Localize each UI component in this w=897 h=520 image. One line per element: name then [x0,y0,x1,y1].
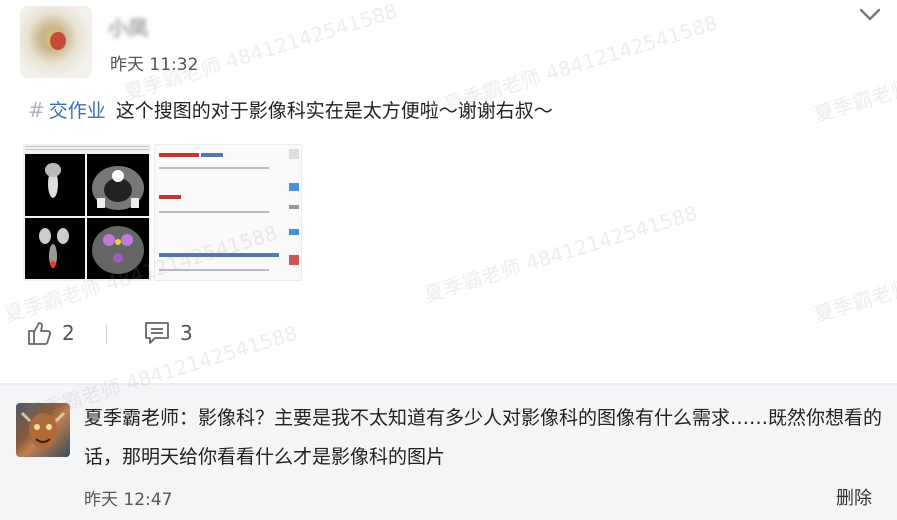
post-text: # 交作业 这个搜图的对于影像科实在是太方便啦～谢谢右叔～ [28,96,553,123]
thumbs-up-icon [28,322,52,345]
post-actions: 2 3 [26,316,326,350]
topic-hash-icon: # [28,98,45,122]
delete-button[interactable]: 删除 [836,484,872,510]
scan-image [92,226,144,274]
scan-image [92,166,144,210]
scan-panel-top-left [25,154,85,216]
like-count: 2 [62,321,75,345]
comment-text: 夏季霸老师：影像科？主要是我不太知道有多少人对影像科的图像有什么需求……既然你想… [84,407,883,468]
scan-panel-bottom-left [25,218,85,279]
scan-image [39,228,69,268]
commenter-avatar[interactable] [16,403,70,457]
image-thumbnail-search-results[interactable] [154,144,302,281]
post-body: 这个搜图的对于影像科实在是太方便啦～谢谢右叔～ [115,100,553,122]
comment-count: 3 [180,321,193,345]
action-divider [106,324,107,344]
comment-button[interactable]: 3 [144,316,193,350]
author-avatar[interactable] [20,6,92,78]
author-name[interactable]: 小凤 [108,12,148,41]
search-results-preview [159,149,299,271]
comment-time: 昨天 12:47 [84,490,173,510]
avatar-blob [50,32,66,50]
thumbnail-caption-lines [25,146,149,152]
scan-image [45,163,61,198]
scan-panel-top-right [87,154,149,216]
collapse-button[interactable] [856,4,884,26]
image-thumbnail-scan[interactable] [23,144,151,281]
comment-section: 夏季霸老师：影像科？主要是我不太知道有多少人对影像科的图像有什么需求……既然你想… [0,383,897,520]
avatar-image [20,411,66,449]
topic-link[interactable]: 交作业 [49,100,106,122]
chevron-down-icon [859,8,881,21]
like-button[interactable]: 2 [26,316,75,350]
post-time: 昨天 11:32 [110,55,199,75]
comment-icon [145,322,169,344]
scan-panel-bottom-right [87,218,149,279]
post-card: 小凤 昨天 11:32 # 交作业 这个搜图的对于影像科实在是太方便啦～谢谢右叔～ [0,0,897,383]
